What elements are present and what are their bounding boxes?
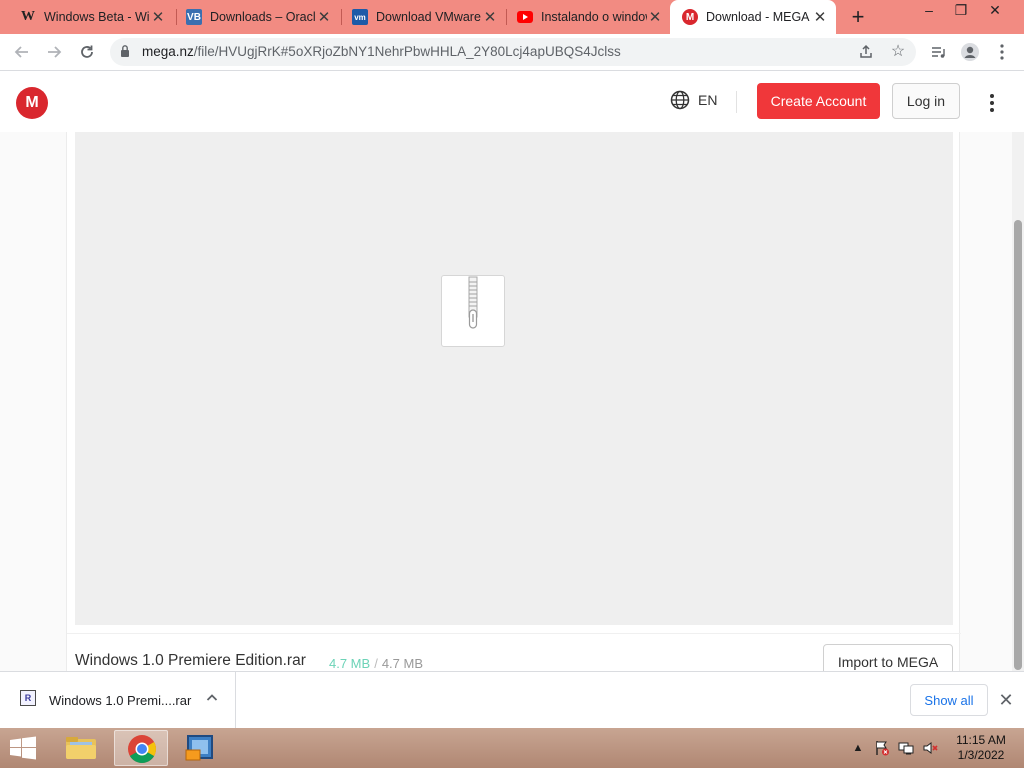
taskbar-file-explorer[interactable] [54,730,108,766]
minimize-window-icon[interactable]: – [914,0,944,20]
chevron-up-icon[interactable] [204,690,220,706]
profile-avatar-icon[interactable] [958,40,982,64]
clock-date: 1/3/2022 [957,748,1005,762]
create-account-button[interactable]: Create Account [757,83,880,119]
media-playlist-icon[interactable] [926,40,950,64]
wiki-favicon-icon: W [21,9,35,24]
close-shelf-icon[interactable]: ✕ [996,690,1016,710]
total-size: 4.7 MB [381,656,423,671]
header-divider [736,91,737,113]
file-preview-area [75,132,953,625]
folder-icon [66,737,96,759]
virtualbox-favicon-icon: VB [186,9,202,25]
system-clock[interactable]: 11:15 AM 1/3/2022 [948,733,1014,763]
tab-title: Download - MEGA [706,10,810,24]
bookmark-star-icon[interactable]: ☆ [886,40,910,64]
downloaded-size: 4.7 MB [329,656,371,671]
tab-windows-beta[interactable]: W Windows Beta - Wiki ✕ [8,0,174,34]
tab-title: Instalando o windows [541,10,647,24]
url-path: /file/HVUgjRrK#5oXRjoZbNY1NehrPbwHHLA_2Y… [193,44,621,59]
network-icon[interactable] [898,740,914,756]
tab-mega-active[interactable]: M Download - MEGA ✕ [670,0,836,34]
file-name: Windows 1.0 Premiere Edition.rar [75,652,306,669]
reload-icon[interactable] [75,40,99,64]
page-content: Windows 1.0 Premiere Edition.rar 4.7 MB /… [0,132,1012,671]
youtube-favicon-icon [517,9,533,25]
action-center-flag-icon[interactable] [874,740,890,756]
mega-logo[interactable]: M [16,87,48,119]
forward-arrow-icon[interactable] [42,40,66,64]
vmware-favicon-icon: vm [352,9,368,25]
import-to-mega-button[interactable]: Import to MEGA [823,644,953,671]
back-arrow-icon[interactable] [10,40,34,64]
url-host: mega.nz [142,44,194,59]
rar-file-icon: R [20,690,36,706]
tab-title: Windows Beta - Wiki [44,10,150,24]
browser-menu-kebab-icon[interactable] [990,40,1014,64]
globe-icon [670,90,690,110]
download-file-name: Windows 1.0 Premi....rar [49,693,192,708]
restore-window-icon[interactable]: ❐ [946,0,976,20]
tab-virtualbox[interactable]: VB Downloads – Oracle VM VirtualBox ✕ [174,0,340,34]
login-button[interactable]: Log in [892,83,960,119]
tab-title: Downloads – Oracle VM VirtualBox [210,10,316,24]
new-tab-plus-icon[interactable]: + [846,5,870,29]
chrome-icon [128,735,156,763]
address-bar[interactable]: mega.nz/file/HVUgjRrK#5oXRjoZbNY1NehrPbw… [110,38,916,66]
close-window-icon[interactable]: ✕ [980,0,1010,20]
browser-toolbar: mega.nz/file/HVUgjRrK#5oXRjoZbNY1NehrPbw… [0,34,1024,71]
mega-favicon-icon: M [682,9,698,25]
taskbar-chrome[interactable] [114,730,168,766]
page-scrollbar[interactable] [1012,132,1024,671]
file-card: Windows 1.0 Premiere Edition.rar 4.7 MB /… [66,132,961,671]
tab-strip: W Windows Beta - Wiki ✕ VB Downloads – O… [0,0,1024,34]
language-selector[interactable]: EN [670,90,717,110]
archive-file-icon [441,275,505,347]
virtualbox-icon [185,735,213,761]
url-text[interactable]: mega.nz/file/HVUgjRrK#5oXRjoZbNY1NehrPbw… [142,44,621,59]
clock-time: 11:15 AM [956,733,1006,747]
volume-muted-icon[interactable] [922,740,938,756]
tab-vmware[interactable]: vm Download VMware Workstation ✕ [340,0,506,34]
file-size: 4.7 MB/4.7 MB [329,656,423,671]
tab-title: Download VMware Workstation [376,10,482,24]
close-tab-icon[interactable]: ✕ [316,8,332,26]
file-info-bar: Windows 1.0 Premiere Edition.rar 4.7 MB /… [67,633,961,671]
mega-menu-kebab-icon[interactable] [982,91,1002,115]
size-separator: / [374,656,378,671]
lock-icon[interactable] [120,44,130,58]
close-tab-icon[interactable]: ✕ [812,8,828,26]
close-tab-icon[interactable]: ✕ [482,8,498,26]
mega-header: M EN Create Account Log in [0,71,1024,132]
close-tab-icon[interactable]: ✕ [647,8,663,26]
download-item[interactable]: R Windows 1.0 Premi....rar [16,672,236,729]
download-shelf: R Windows 1.0 Premi....rar Show all ✕ [0,671,1024,729]
language-label: EN [698,92,718,108]
taskbar-virtualbox[interactable] [174,730,228,766]
windows-taskbar: ▲ 11:15 AM 1/3/2022 [0,728,1024,768]
show-hidden-icons-icon[interactable]: ▲ [850,740,866,756]
scrollbar-thumb[interactable] [1014,220,1022,670]
close-tab-icon[interactable]: ✕ [150,8,166,26]
share-icon[interactable] [854,40,878,64]
windows-start-icon[interactable] [8,736,38,760]
tab-youtube[interactable]: Instalando o windows ✕ [505,0,671,34]
show-all-downloads-button[interactable]: Show all [910,684,988,716]
